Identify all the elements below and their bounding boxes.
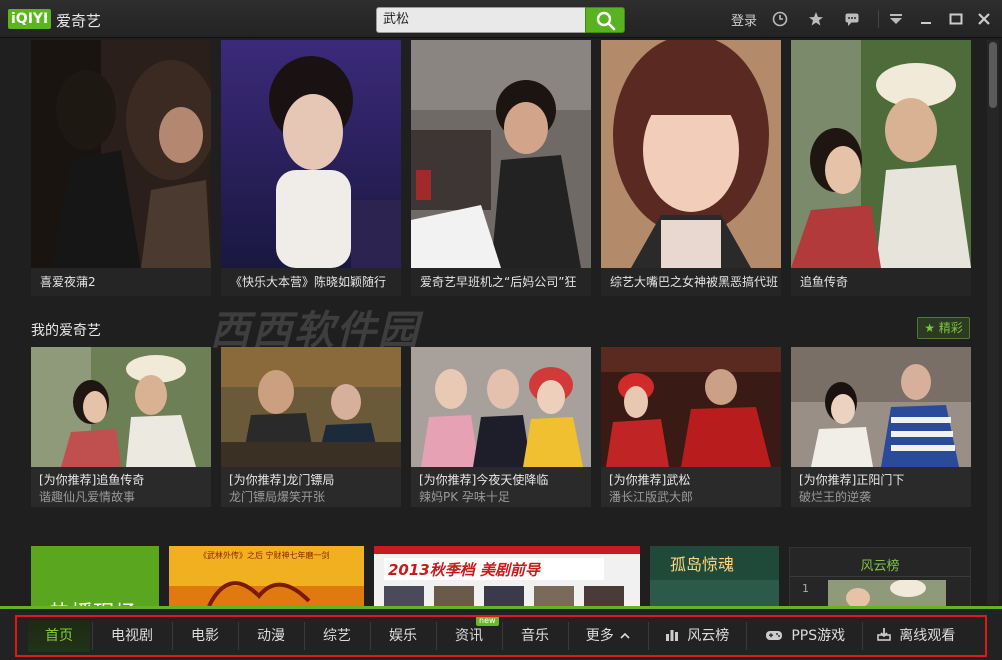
promo-poster[interactable]: 《武林外传》之后 宁财神七年磨一剑 bbox=[169, 546, 364, 610]
search-input[interactable]: 武松 bbox=[376, 7, 586, 33]
card-title: [为你推荐]正阳门下 bbox=[799, 473, 905, 487]
poster-caption: 《快乐大本营》陈晓如颖随行 bbox=[221, 268, 401, 296]
promo-image: 孤岛惊魂 bbox=[650, 546, 779, 610]
poster-image bbox=[411, 40, 591, 268]
menu-dropdown-icon[interactable] bbox=[888, 11, 904, 27]
card-image bbox=[31, 347, 211, 467]
poster-caption: 喜爱夜蒲2 bbox=[31, 268, 211, 296]
titlebar-divider bbox=[878, 10, 879, 28]
promo-image: 《武林外传》之后 宁财神七年磨一剑 bbox=[169, 546, 364, 610]
recommend-card[interactable]: [为你推荐]龙门镖局 龙门镖局爆笑开张 bbox=[221, 347, 401, 507]
star-icon: ★ bbox=[924, 321, 935, 335]
card-title: [为你推荐]今夜天使降临 bbox=[419, 473, 549, 487]
ranking-divider bbox=[790, 576, 970, 577]
search-icon bbox=[596, 11, 616, 31]
poster-caption: 爱奇艺早班机之“后妈公司”狂 bbox=[411, 268, 591, 296]
section-title: 我的爱奇艺 bbox=[31, 323, 101, 339]
scrollbar-thumb[interactable] bbox=[989, 42, 997, 108]
card-subtitle: 辣妈PK 孕味十足 bbox=[419, 490, 510, 504]
promo-title: 孤岛惊魂 bbox=[670, 555, 734, 574]
promo-poster[interactable]: 孤岛惊魂 bbox=[650, 546, 779, 610]
card-subtitle: 龙门镖局爆笑开张 bbox=[229, 490, 326, 504]
card-title: [为你推荐]追鱼传奇 bbox=[39, 473, 145, 487]
top-poster[interactable]: 爱奇艺早班机之“后妈公司”狂 bbox=[411, 40, 591, 296]
vertical-scrollbar[interactable] bbox=[987, 40, 999, 605]
poster-image bbox=[221, 40, 401, 268]
maximize-icon[interactable] bbox=[948, 11, 964, 27]
card-subtitle: 潘长江版武大郎 bbox=[609, 490, 694, 504]
promo-image: 2013秋季档 美剧前导 bbox=[374, 546, 640, 610]
favorites-star-icon[interactable] bbox=[808, 11, 824, 27]
ranking-number: 1 bbox=[802, 582, 809, 595]
recommend-card[interactable]: [为你推荐]追鱼传奇 谐趣仙凡爱情故事 bbox=[31, 347, 211, 507]
card-image bbox=[221, 347, 401, 467]
featured-button[interactable]: ★ 精彩 bbox=[917, 317, 970, 339]
history-clock-icon[interactable] bbox=[772, 11, 788, 27]
poster-caption: 综艺大嘴巴之女神被黑恶搞代班 bbox=[601, 268, 781, 296]
iqiyi-client-window: iQIYI 爱奇艺 武松 登录 喜爱夜蒲2 《快乐大本营》陈晓如颖随行 爱奇艺早… bbox=[0, 0, 1002, 660]
card-image bbox=[601, 347, 781, 467]
app-name: 爱奇艺 bbox=[56, 12, 102, 30]
search-button[interactable] bbox=[585, 7, 625, 33]
message-icon[interactable] bbox=[844, 11, 860, 27]
card-image bbox=[411, 347, 591, 467]
poster-caption: 追鱼传奇 bbox=[791, 268, 971, 296]
featured-label: 精彩 bbox=[938, 321, 963, 335]
card-subtitle: 谐趣仙凡爱情故事 bbox=[39, 490, 136, 504]
poster-image bbox=[601, 40, 781, 268]
title-bar: iQIYI 爱奇艺 武松 登录 bbox=[0, 0, 1002, 38]
card-title: [为你推荐]龙门镖局 bbox=[229, 473, 335, 487]
poster-image bbox=[791, 40, 971, 268]
promo-poster[interactable]: 2013秋季档 美剧前导 bbox=[374, 546, 640, 610]
iqiyi-logo[interactable]: iQIYI bbox=[8, 9, 52, 29]
promo-headline: 2013秋季档 美剧前导 bbox=[388, 561, 542, 579]
top-poster[interactable]: 《快乐大本营》陈晓如颖随行 bbox=[221, 40, 401, 296]
recommend-card[interactable]: [为你推荐]今夜天使降临 辣妈PK 孕味十足 bbox=[411, 347, 591, 507]
top-poster[interactable]: 追鱼传奇 bbox=[791, 40, 971, 296]
promo-text: 《武林外传》之后 宁财神七年磨一剑 bbox=[199, 550, 330, 560]
close-icon[interactable] bbox=[976, 11, 992, 27]
card-image bbox=[791, 347, 971, 467]
ranking-title: 风云榜 bbox=[860, 559, 900, 574]
recommend-card[interactable]: [为你推荐]武松 潘长江版武大郎 bbox=[601, 347, 781, 507]
top-poster[interactable]: 综艺大嘴巴之女神被黑恶搞代班 bbox=[601, 40, 781, 296]
recommend-card[interactable]: [为你推荐]正阳门下 破烂王的逆袭 bbox=[791, 347, 971, 507]
poster-image bbox=[31, 40, 211, 268]
top-poster[interactable]: 喜爱夜蒲2 bbox=[31, 40, 211, 296]
bottom-nav-highlight-frame bbox=[15, 615, 987, 657]
login-link[interactable]: 登录 bbox=[731, 10, 757, 29]
card-title: [为你推荐]武松 bbox=[609, 473, 691, 487]
minimize-icon[interactable] bbox=[918, 11, 934, 27]
ranking-panel[interactable]: 风云榜 1 bbox=[789, 547, 971, 610]
card-subtitle: 破烂王的逆袭 bbox=[799, 490, 872, 504]
hot-live-tile[interactable]: 热播现场 bbox=[31, 546, 159, 610]
